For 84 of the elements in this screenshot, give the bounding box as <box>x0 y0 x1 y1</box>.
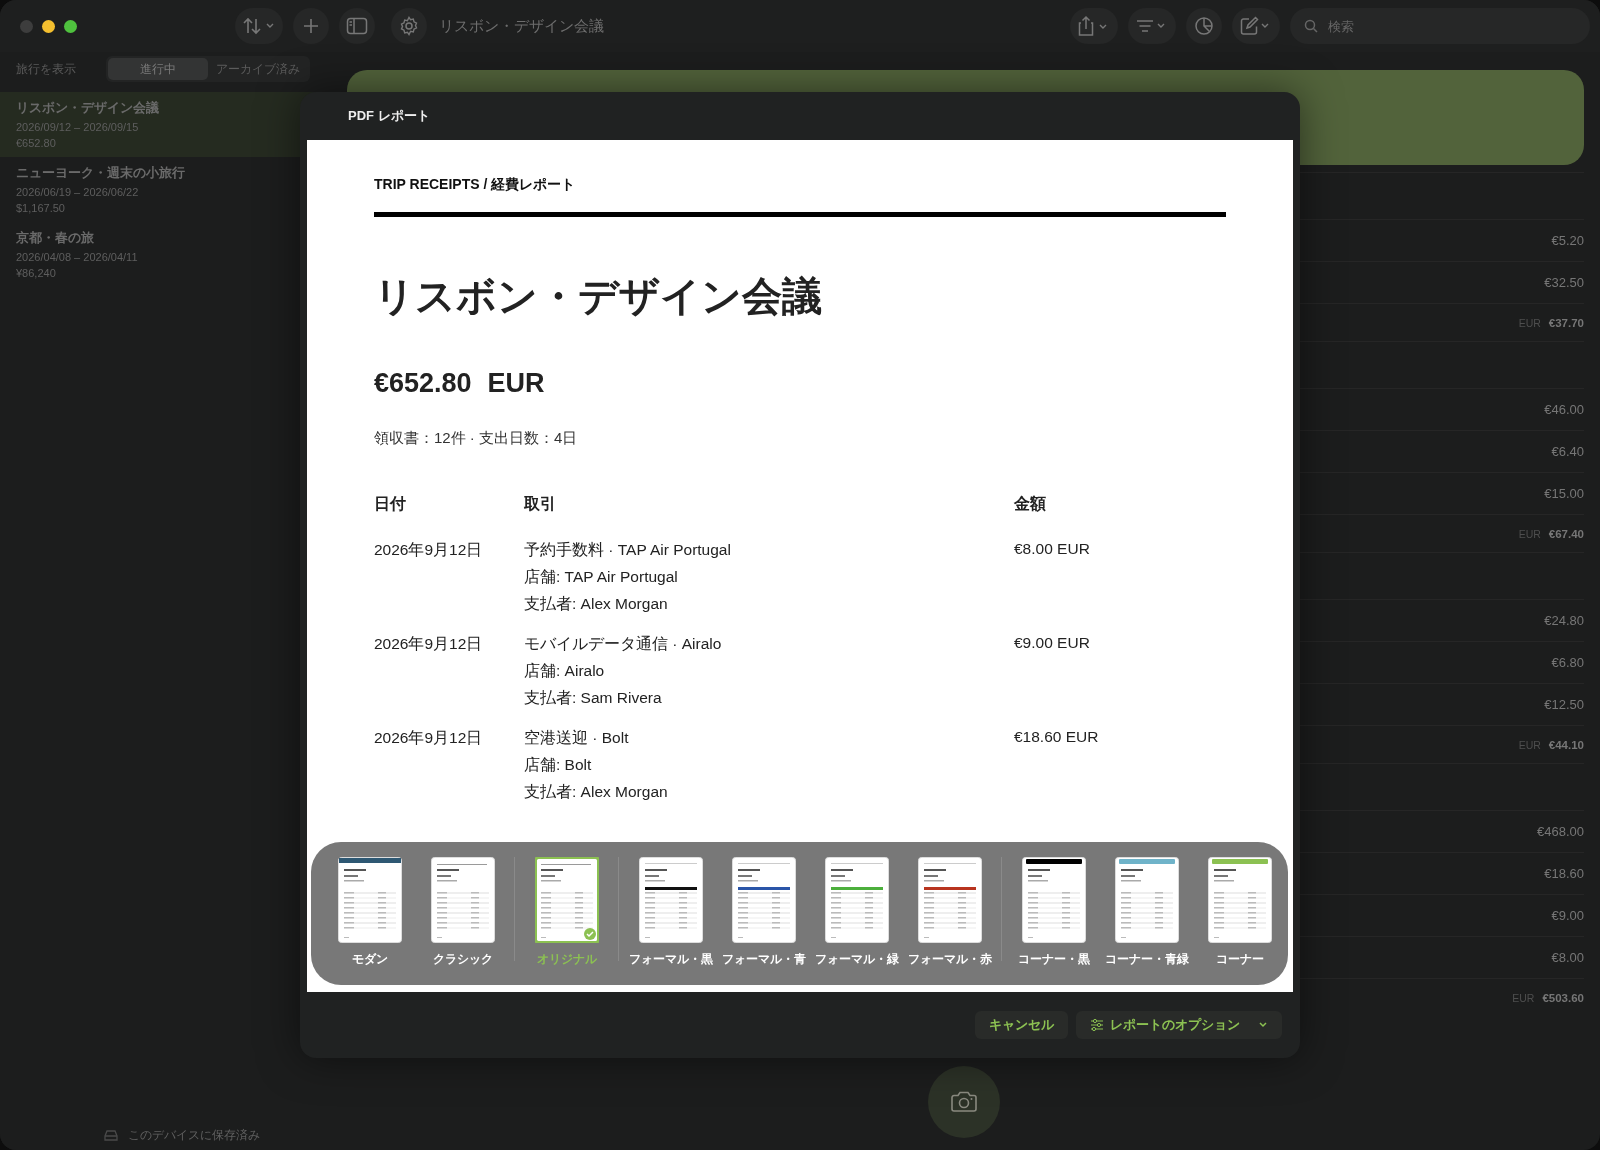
template-option[interactable]: フォーマル・黒 <box>624 857 717 968</box>
report-header: TRIP RECEIPTS / 経費レポート <box>374 176 577 194</box>
amount-cell-text: €8.00 EUR <box>1014 540 1091 559</box>
sort-button[interactable] <box>235 8 283 44</box>
template-option[interactable]: フォーマル・赤 <box>903 857 996 968</box>
amount-cell-text: €9.00 EUR <box>1014 634 1091 653</box>
trip-dates: 2026/09/12 – 2026/09/15 <box>16 121 140 133</box>
trip-dates: 2026/06/19 – 2026/06/22 <box>16 186 140 198</box>
payer-text: 支払者: Alex Morgan <box>524 782 669 802</box>
date-cell-text: 2026年9月12日 <box>374 540 484 560</box>
pie-chart-icon <box>1194 16 1214 36</box>
share-button[interactable] <box>1070 8 1118 44</box>
expense-amount: €15.00 <box>1544 486 1584 501</box>
date-cell-text: 2026年9月12日 <box>374 728 484 748</box>
add-button[interactable] <box>293 8 329 44</box>
trip-name: リスボン・デザイン会議 <box>16 100 160 117</box>
search-icon <box>1304 19 1318 33</box>
plus-icon <box>302 17 320 35</box>
transaction-title: 予約手数料 · TAP Air Portugal <box>524 540 732 560</box>
column-header: 金額 <box>1014 494 1047 514</box>
minimize-button[interactable] <box>42 19 55 33</box>
trip-name: 京都・春の旅 <box>16 230 95 247</box>
sort-icon <box>242 16 276 36</box>
expense-amount: €9.00 <box>1551 908 1584 923</box>
expense-amount: €5.20 <box>1551 233 1584 248</box>
expense-amount: €18.60 <box>1544 866 1584 881</box>
transaction-title: 空港送迎 · Bolt <box>524 728 630 748</box>
template-option[interactable]: モダン <box>323 857 416 968</box>
expense-amount: €468.00 <box>1537 824 1584 839</box>
column-header: 取引 <box>524 494 557 514</box>
payer-text: 支払者: Sam Rivera <box>524 688 663 708</box>
template-option[interactable]: コーナー <box>1193 857 1286 968</box>
cancel-button[interactable]: キャンセル <box>975 1011 1068 1039</box>
template-option[interactable]: フォーマル・青 <box>717 857 810 968</box>
dialog-title: PDF レポート <box>348 107 430 125</box>
report-amount: €652.80 <box>374 368 472 399</box>
group-total: €67.40 <box>1548 527 1584 540</box>
caret-icon <box>1258 1021 1268 1029</box>
merchant-text: 店舗: Airalo <box>524 661 606 681</box>
trip-name: ニューヨーク・週末の小旅行 <box>16 165 186 182</box>
expense-amount: €6.40 <box>1551 444 1584 459</box>
group-total: €503.60 <box>1542 991 1584 1004</box>
expense-amount: €6.80 <box>1551 655 1584 670</box>
trip-total: $1,167.50 <box>16 202 66 214</box>
drive-icon <box>104 1130 118 1141</box>
search-field[interactable]: 検索 <box>1326 17 1576 35</box>
camera-icon <box>950 1091 978 1113</box>
merchant-text: 店舗: Bolt <box>524 755 593 775</box>
compose-button[interactable] <box>1232 8 1280 44</box>
report-options-button[interactable]: レポートのオプション <box>1076 1011 1282 1039</box>
sidebar-toggle-button[interactable] <box>339 8 375 44</box>
payer-text: 支払者: Alex Morgan <box>524 594 669 614</box>
sidebar-icon <box>346 17 368 35</box>
sliders-icon <box>1090 1019 1104 1031</box>
merchant-text: 店舗: TAP Air Portugal <box>524 567 679 587</box>
report-title: リスボン・デザイン会議 <box>374 273 823 320</box>
settings-icon <box>399 16 419 36</box>
amount-cell-text: €18.60 EUR <box>1014 728 1100 747</box>
report-summary: 領収書：12件 · 支出日数：4日 <box>374 429 579 448</box>
expense-amount: €24.80 <box>1544 613 1584 628</box>
template-option[interactable]: コーナー・黒 <box>1007 857 1100 968</box>
window-title: リスボン・デザイン会議 <box>439 16 604 36</box>
template-option[interactable]: フォーマル・緑 <box>810 857 903 968</box>
report-currency: EUR <box>487 368 545 399</box>
group-total: €37.70 <box>1548 316 1584 329</box>
expense-amount: €32.50 <box>1544 275 1584 290</box>
trip-dates: 2026/04/08 – 2026/04/11 <box>16 251 139 263</box>
expense-amount: €8.00 <box>1551 950 1584 965</box>
date-cell-text: 2026年9月12日 <box>374 634 484 654</box>
group-total: €44.10 <box>1548 738 1584 751</box>
expense-amount: €46.00 <box>1544 402 1584 417</box>
chart-button[interactable] <box>1186 8 1222 44</box>
trip-total: €652.80 <box>16 137 57 149</box>
filter-button[interactable] <box>1128 8 1176 44</box>
segment-tab[interactable]: 進行中 <box>108 58 208 80</box>
template-option[interactable]: クラシック <box>416 857 509 968</box>
column-header: 日付 <box>374 494 407 514</box>
transaction-title: モバイルデータ通信 · Airalo <box>524 634 723 654</box>
trip-total: ¥86,240 <box>16 267 57 279</box>
search-box[interactable]: 検索 <box>1290 8 1590 44</box>
zoom-button[interactable] <box>64 19 77 33</box>
template-option[interactable]: コーナー・青緑 <box>1100 857 1193 968</box>
settings-button[interactable] <box>391 8 427 44</box>
expense-amount: €12.50 <box>1544 697 1584 712</box>
